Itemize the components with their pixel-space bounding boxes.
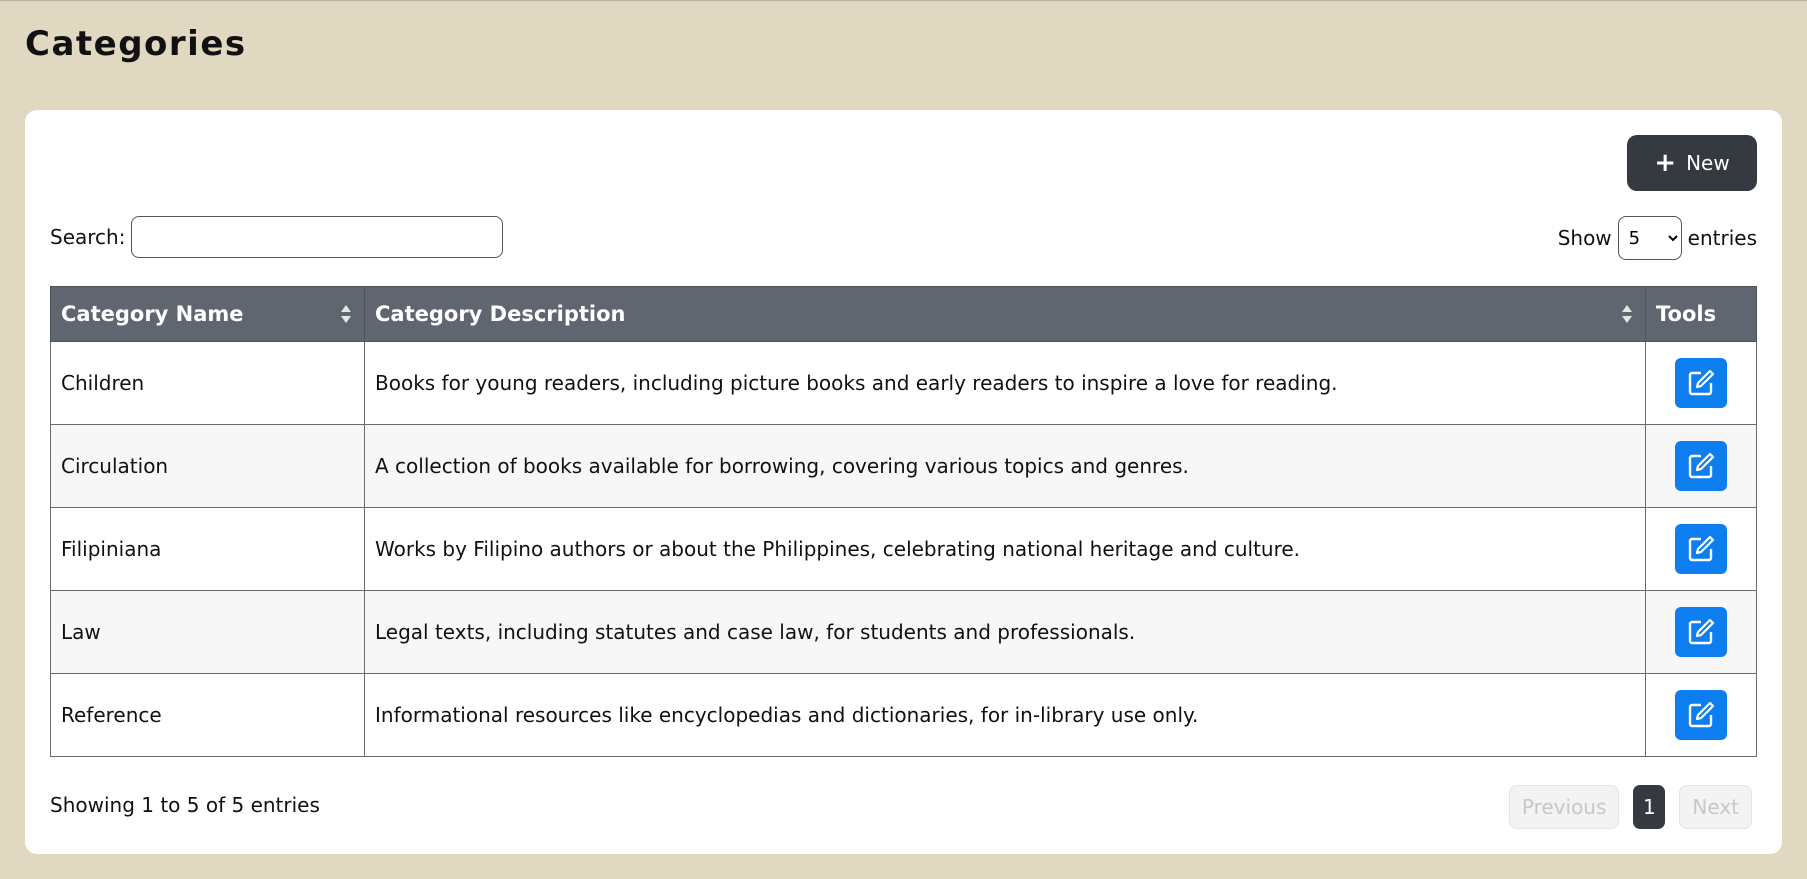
table-row: Children Books for young readers, includ… (50, 341, 1757, 425)
search-bar: Search: (50, 216, 504, 258)
category-description-cell: Informational resources like encyclopedi… (364, 673, 1646, 757)
next-page-button[interactable]: Next (1679, 785, 1752, 829)
sort-icon (1622, 305, 1632, 323)
search-input[interactable] (131, 216, 504, 258)
edit-button[interactable] (1675, 358, 1727, 408)
tools-cell (1645, 341, 1757, 425)
previous-page-button[interactable]: Previous (1508, 785, 1620, 829)
edit-button[interactable] (1675, 690, 1727, 740)
new-category-button[interactable]: + New (1627, 135, 1757, 191)
category-description-cell: A collection of books available for borr… (364, 424, 1646, 508)
search-label: Search: (50, 225, 126, 249)
page-1-button[interactable]: 1 (1633, 785, 1666, 829)
edit-icon (1688, 369, 1715, 396)
table-row: Filipiniana Works by Filipino authors or… (50, 507, 1757, 591)
table-row: Law Legal texts, including statutes and … (50, 590, 1757, 674)
edit-button[interactable] (1675, 607, 1727, 657)
new-button-label: New (1686, 151, 1730, 175)
category-description-cell: Legal texts, including statutes and case… (364, 590, 1646, 674)
header-category-name-label: Category Name (61, 302, 244, 326)
category-name-cell: Children (50, 341, 365, 425)
tools-cell (1645, 507, 1757, 591)
edit-icon (1688, 618, 1715, 645)
pagination: Previous 1 Next (1508, 785, 1752, 829)
edit-button[interactable] (1675, 524, 1727, 574)
category-name-cell: Filipiniana (50, 507, 365, 591)
entries-select[interactable]: 5 (1617, 216, 1682, 260)
tools-cell (1645, 424, 1757, 508)
sort-icon (341, 305, 351, 323)
edit-icon (1688, 452, 1715, 479)
edit-icon (1688, 535, 1715, 562)
header-tools: Tools (1645, 286, 1757, 342)
categories-card: + New Search: Show 5 entries Category Na… (25, 110, 1782, 854)
table-info: Showing 1 to 5 of 5 entries (50, 793, 320, 817)
table-header-row: Category Name Category Description Tools (50, 286, 1757, 342)
category-description-cell: Works by Filipino authors or about the P… (364, 507, 1646, 591)
table-row: Circulation A collection of books availa… (50, 424, 1757, 508)
category-name-cell: Law (50, 590, 365, 674)
category-name-cell: Circulation (50, 424, 365, 508)
categories-table: Category Name Category Description Tools (50, 286, 1757, 757)
page-title: Categories (25, 24, 247, 64)
category-name-cell: Reference (50, 673, 365, 757)
edit-button[interactable] (1675, 441, 1727, 491)
plus-icon: + (1654, 148, 1677, 178)
edit-icon (1688, 701, 1715, 728)
table-row: Reference Informational resources like e… (50, 673, 1757, 757)
tools-cell (1645, 590, 1757, 674)
header-category-description[interactable]: Category Description (364, 286, 1646, 342)
show-label: Show (1557, 226, 1612, 250)
category-description-cell: Books for young readers, including pictu… (364, 341, 1646, 425)
entries-length-control: Show 5 entries (1558, 216, 1757, 260)
tools-cell (1645, 673, 1757, 757)
header-category-name[interactable]: Category Name (50, 286, 365, 342)
header-category-description-label: Category Description (375, 302, 626, 326)
entries-label: entries (1687, 226, 1757, 250)
